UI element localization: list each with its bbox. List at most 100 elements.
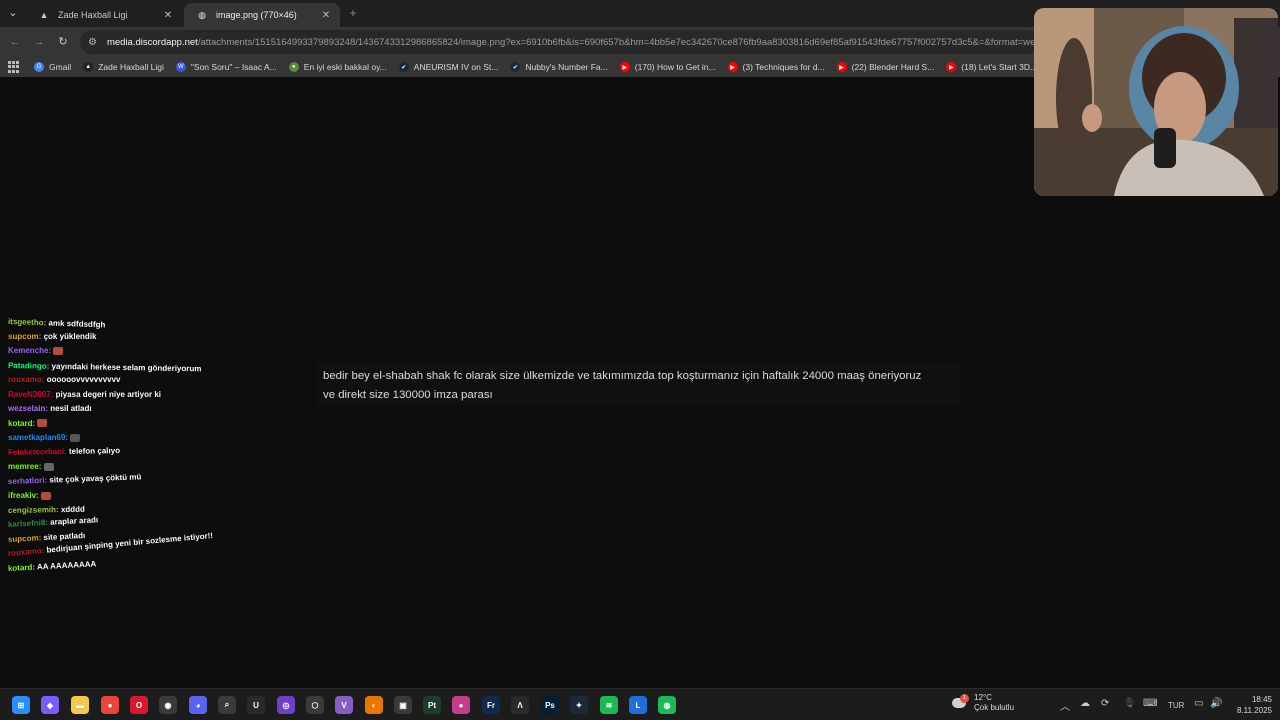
sync-icon[interactable]: ⟳ — [1101, 698, 1109, 709]
microphone-icon[interactable]: 🎙 — [1123, 698, 1136, 709]
youtube-icon: ▶ — [619, 62, 630, 72]
chat-username: Patadingo: — [7, 360, 50, 371]
chat-username: karlsefni8: — [7, 517, 49, 529]
site-icon: ● — [288, 62, 299, 72]
weather-widget[interactable]: 1 12°C Çok bulutlu — [952, 693, 1014, 713]
chrome-icon[interactable]: ● — [101, 696, 119, 714]
unity-icon[interactable]: ⬡ — [306, 696, 324, 714]
bookmark-item[interactable]: ✔ Nubby's Number Fa... — [510, 62, 608, 72]
game-icon[interactable]: ◍ — [658, 696, 676, 714]
chat-username: rouxamo: — [8, 375, 45, 384]
bookmark-item[interactable]: G Gmail — [34, 62, 71, 72]
forward-icon[interactable]: → — [32, 35, 46, 49]
steam-icon[interactable]: ✦ — [570, 696, 588, 714]
system-clock[interactable]: 18:45 8.11.2025 — [1226, 694, 1272, 716]
bookmark-item[interactable]: ▶ (3) Techniques for d... — [727, 62, 825, 72]
chat-message: RaveN3007: piyasa degeri niye artiyor ki — [8, 388, 248, 403]
chat-username: cengizsemih: — [7, 504, 59, 515]
bookmark-label: (18) Let's Start 3D... — [961, 62, 1038, 72]
bookmark-label: (3) Techniques for d... — [742, 62, 825, 72]
chat-message: rouxamo: oooooovvvvvvvvvv — [8, 373, 248, 388]
bookmark-label: Gmail — [49, 62, 72, 72]
tray-chevron-icon[interactable]: ︿ — [1060, 698, 1070, 713]
url-text[interactable]: media.discordapp.net/attachments/1515164… — [107, 37, 1040, 48]
bookmark-item[interactable]: W "Son Soru" – Isaac A... — [175, 62, 277, 72]
search-app-icon[interactable]: ⌕ — [218, 696, 236, 714]
volume-icon[interactable]: 🔊 — [1210, 698, 1222, 709]
tab-search-button[interactable]: ⌄ — [4, 4, 22, 22]
new-tab-button[interactable]: + — [346, 6, 360, 20]
bookmark-item[interactable]: ▶ (170) How to Get in... — [619, 62, 716, 72]
bookmark-item[interactable]: ▶ (18) Let's Start 3D... — [946, 62, 1037, 72]
windows-start-icon[interactable]: ⊞ — [12, 696, 30, 714]
unreal-engine-icon[interactable]: U — [247, 696, 265, 714]
chat-text: nesil atladı — [50, 404, 92, 413]
chat-text: telefon çalıyo — [68, 445, 121, 456]
file-explorer-icon[interactable]: ▬ — [71, 696, 89, 714]
close-tab-icon[interactable]: ✕ — [320, 10, 332, 21]
back-icon[interactable]: ← — [8, 35, 22, 49]
network-icon[interactable]: ▭ — [1194, 698, 1203, 709]
affinity-icon[interactable]: Λ — [511, 696, 529, 714]
keyboard-icon[interactable]: ⌨ — [1143, 698, 1157, 709]
browser-icon[interactable]: ● — [452, 696, 470, 714]
haxball-icon: ▲ — [39, 10, 49, 20]
chat-username: RaveN3007: — [8, 389, 54, 399]
weather-temp: 12°C — [974, 693, 992, 702]
painter-icon[interactable]: Pt — [423, 696, 441, 714]
chat-username: serhatlori: — [7, 475, 48, 486]
blender-icon[interactable]: ◐ — [365, 696, 383, 714]
close-tab-icon[interactable]: ✕ — [162, 10, 174, 21]
chat-username: wezselain: — [8, 404, 49, 413]
youtube-icon: ▶ — [727, 62, 738, 72]
tab-image-png[interactable]: ◍ image.png (770×46) ✕ — [184, 3, 340, 27]
chat-text: yayındaki herkese selam gönderiyorum — [51, 361, 202, 373]
chat-message: supcom: çok yüklendik — [8, 330, 248, 345]
launcher-icon[interactable]: L — [629, 696, 647, 714]
chat-username: sametkaplan69: — [8, 433, 69, 442]
chat-username: Kemenche: — [8, 346, 52, 355]
haxball-icon: ▲ — [83, 62, 94, 72]
steam-icon: ✔ — [510, 62, 521, 72]
chat-text: çok yüklendik — [43, 331, 97, 341]
tab-zade-haxball[interactable]: ▲ Zade Haxball Ligi ✕ — [26, 3, 182, 27]
chat-text: piyasa degeri niye artiyor ki — [55, 389, 161, 399]
discord-icon[interactable]: ◕ — [189, 696, 207, 714]
chat-username: supcom: — [8, 331, 42, 341]
reload-icon[interactable]: ↻ — [56, 35, 70, 49]
bookmark-label: (22) Blender Hard S... — [851, 62, 935, 72]
google-icon: G — [34, 62, 44, 72]
onedrive-icon[interactable]: ☁ — [1080, 698, 1090, 709]
language-indicator[interactable]: TUR — [1168, 701, 1184, 710]
image-text-line: bedir bey el-shabah shak fc olarak size … — [323, 370, 922, 382]
apps-grid-icon[interactable] — [8, 61, 20, 73]
chat-text: AA AAAAAAAA — [36, 558, 97, 571]
bookmark-item[interactable]: ✔ ANEURISM IV on St... — [398, 62, 498, 72]
chat-username: rouxamo: — [7, 545, 45, 558]
site-info-icon[interactable]: ⚙ — [88, 37, 97, 48]
fresco-icon[interactable]: Fr — [482, 696, 500, 714]
spotify-icon[interactable]: ≋ — [600, 696, 618, 714]
github-icon[interactable]: ◎ — [277, 696, 295, 714]
copilot-icon[interactable]: ◆ — [41, 696, 59, 714]
weather-icon: 1 — [952, 694, 970, 710]
visual-studio-icon[interactable]: V — [335, 696, 353, 714]
chat-text: araplar aradı — [49, 515, 99, 527]
globe-icon: ◍ — [198, 9, 206, 20]
opera-icon[interactable]: O — [130, 696, 148, 714]
app-icon[interactable]: ▣ — [394, 696, 412, 714]
address-bar[interactable]: ⚙ media.discordapp.net/attachments/15151… — [80, 30, 1040, 54]
bookmark-item[interactable]: ▲ Zade Haxball Ligi — [83, 62, 164, 72]
weather-badge: 1 — [960, 694, 969, 703]
webcam-feed — [1034, 8, 1278, 196]
chat-text: site çok yavaş çöktü mü — [49, 471, 142, 485]
chat-text: amk sdfdsdfgh — [48, 318, 106, 330]
bookmark-label: En iyi eski bakkal oy... — [303, 62, 387, 72]
bookmark-item[interactable]: ● En iyi eski bakkal oy... — [288, 62, 387, 72]
youtube-icon: ▶ — [836, 62, 847, 72]
bookmark-item[interactable]: ▶ (22) Blender Hard S... — [836, 62, 935, 72]
obs-icon[interactable]: ◉ — [159, 696, 177, 714]
photoshop-icon[interactable]: Ps — [541, 696, 559, 714]
windows-taskbar: ⊞ ◆ ▬ ● O ◉ ◕ ⌕ U ◎ ⬡ V ◐ ▣ Pt ● Fr Λ Ps ✦ ≋ L ◍ 1 12°C Çok bu… — [0, 688, 1280, 720]
emote-icon — [37, 419, 48, 428]
